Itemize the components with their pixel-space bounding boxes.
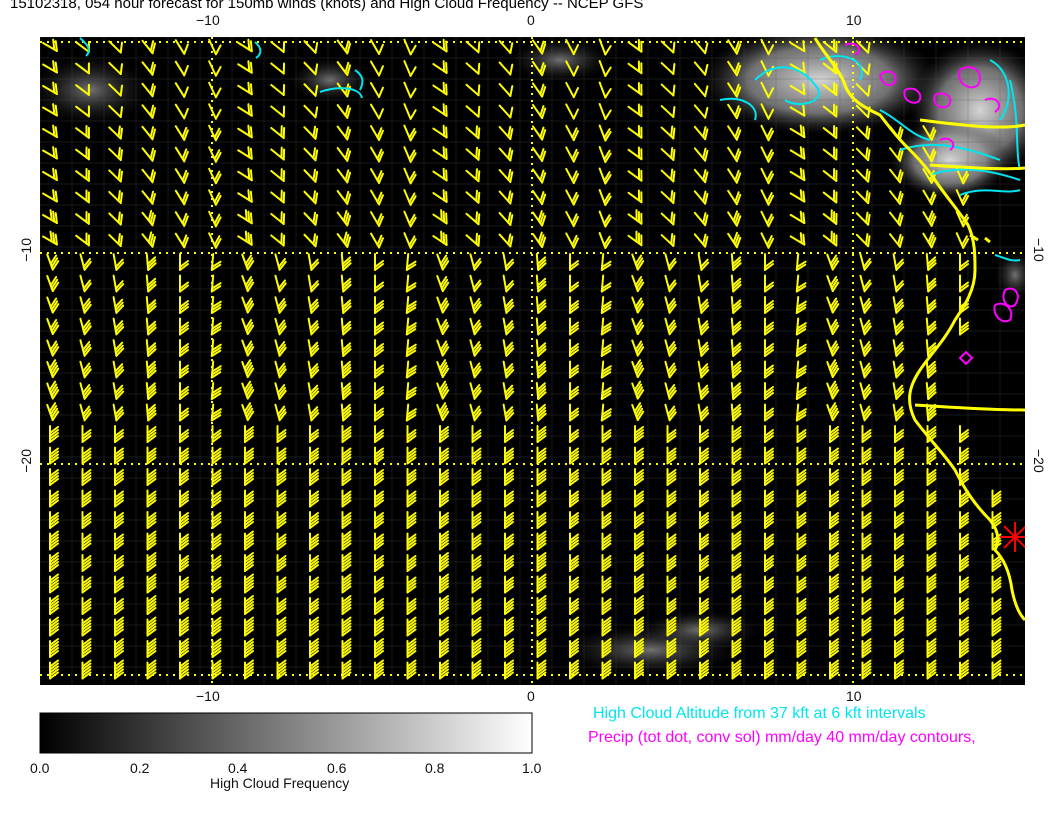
lon-tick-bottom-minus10: −10	[196, 688, 220, 704]
lat-tick-left-minus10: −10	[18, 238, 34, 262]
cloud-altitude-legend: High Cloud Altitude from 37 kft at 6 kft…	[593, 705, 926, 722]
colorbar-label: High Cloud Frequency	[210, 775, 350, 791]
colorbar-tick: 1.0	[522, 760, 542, 776]
lon-tick-bottom-10: 10	[846, 688, 862, 704]
colorbar-tick: 0.6	[327, 760, 347, 776]
lat-tick-right-minus20: −20	[1031, 449, 1047, 473]
colorbar-tick: 0.0	[30, 760, 50, 776]
colorbar-tick: 0.8	[425, 760, 445, 776]
lon-tick-top-minus10: −10	[196, 12, 220, 28]
colorbar	[39, 712, 533, 754]
lat-tick-right-minus10: −10	[1031, 238, 1047, 262]
lon-tick-top-10: 10	[846, 12, 862, 28]
lat-tick-left-minus20: −20	[18, 449, 34, 473]
colorbar-tick: 0.2	[130, 760, 150, 776]
lon-tick-bottom-0: 0	[527, 688, 535, 704]
colorbar-tick: 0.4	[228, 760, 248, 776]
lon-tick-top-0: 0	[527, 12, 535, 28]
precip-legend: Precip (tot dot, conv sol) mm/day 40 mm/…	[588, 729, 976, 746]
